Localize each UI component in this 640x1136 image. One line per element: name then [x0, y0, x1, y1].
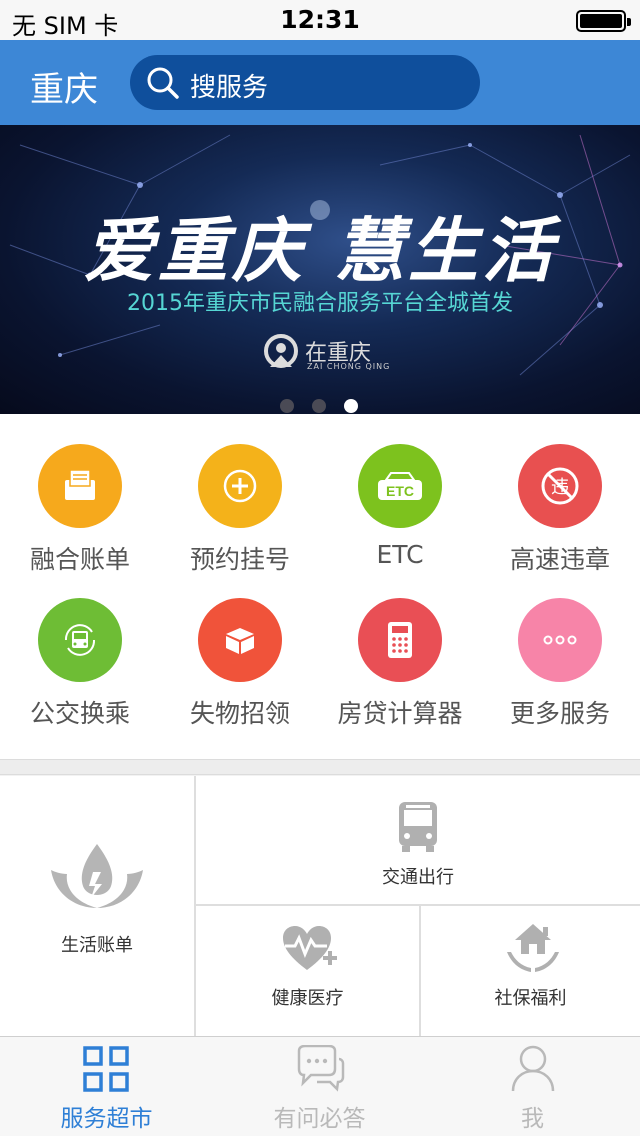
- service-lost-found[interactable]: 失物招领: [160, 598, 320, 730]
- header: 重庆 搜服务: [0, 40, 640, 125]
- city-selector[interactable]: 重庆: [30, 62, 98, 111]
- service-label: 融合账单: [29, 545, 130, 574]
- service-label: ETC: [376, 540, 424, 569]
- service-icon-bg: ETC: [358, 444, 442, 528]
- heart-pulse-icon: [283, 926, 337, 970]
- etc-car-icon: ETC: [378, 472, 422, 500]
- status-bar: 无 SIM 卡 12:31: [0, 0, 640, 40]
- battery-icon: [576, 10, 631, 32]
- card-social-security[interactable]: 社保福利: [421, 906, 640, 1036]
- tab-label: 有问必答: [273, 1106, 366, 1132]
- service-grid: 融合账单 预约挂号 ETC ETC 违: [0, 414, 640, 759]
- service-highway-violation[interactable]: 违 高速违章: [480, 444, 640, 576]
- service-label: 预约挂号: [189, 545, 290, 574]
- banner-logo-subtext: ZAI CHONG QING: [307, 362, 391, 371]
- service-bill[interactable]: 融合账单: [0, 444, 160, 576]
- bus-icon: [399, 802, 437, 852]
- more-dots-icon: [543, 635, 577, 645]
- service-appointment[interactable]: 预约挂号: [160, 444, 320, 576]
- promo-banner[interactable]: 爱重庆 慧生活 2015年重庆市民融合服务平台全城首发 在重庆 ZAI CHON…: [0, 125, 640, 414]
- service-label: 高速违章: [509, 545, 610, 574]
- service-icon-bg: [358, 598, 442, 682]
- chat-bubble-icon: [297, 1045, 345, 1092]
- service-bus-transfer[interactable]: 公交换乘: [0, 598, 160, 730]
- tab-qa[interactable]: 有问必答: [213, 1037, 426, 1136]
- lost-found-box-icon: [226, 628, 254, 654]
- tab-bar: 服务超市 有问必答 我: [0, 1036, 640, 1136]
- etc-icon-text: ETC: [386, 483, 414, 499]
- service-icon-bg: [198, 598, 282, 682]
- carousel-dot[interactable]: [280, 399, 294, 413]
- banner-subtitle: 2015年重庆市民融合服务平台全城首发: [127, 291, 513, 316]
- search-bar[interactable]: 搜服务: [130, 55, 480, 110]
- card-label: 生活账单: [61, 935, 133, 956]
- service-icon-bg: 违: [518, 444, 602, 528]
- zaichongqing-logo-icon: [264, 334, 298, 368]
- service-label: 失物招领: [189, 699, 290, 728]
- service-label: 房贷计算器: [337, 699, 463, 728]
- card-life-bill[interactable]: 生活账单: [0, 776, 194, 1036]
- card-label: 交通出行: [382, 867, 454, 888]
- tab-me[interactable]: 我: [426, 1037, 639, 1136]
- house-hands-icon: [507, 924, 559, 972]
- service-mortgage-calculator[interactable]: 房贷计算器: [320, 598, 480, 730]
- card-label: 社保福利: [494, 988, 567, 1009]
- bus-transfer-icon: [64, 624, 96, 656]
- carousel-dot-active[interactable]: [344, 399, 358, 413]
- service-label: 更多服务: [509, 699, 610, 728]
- no-violation-icon: 违: [541, 467, 579, 505]
- card-label: 健康医疗: [271, 988, 344, 1009]
- service-icon-bg: [198, 444, 282, 528]
- service-etc[interactable]: ETC ETC: [320, 444, 480, 569]
- search-placeholder: 搜服务: [190, 73, 269, 103]
- tab-label: 服务超市: [60, 1106, 153, 1132]
- section-divider: [0, 759, 640, 775]
- card-transport[interactable]: 交通出行: [196, 776, 640, 904]
- tab-service-market[interactable]: 服务超市: [0, 1037, 213, 1136]
- service-icon-bg: [38, 598, 122, 682]
- grid-icon: [83, 1046, 129, 1092]
- service-more[interactable]: 更多服务: [480, 598, 640, 730]
- service-icon-bg: [38, 444, 122, 528]
- tab-label: 我: [521, 1106, 544, 1132]
- person-icon: [511, 1045, 555, 1092]
- lotus-flame-icon: [51, 844, 143, 908]
- carousel-dot[interactable]: [312, 399, 326, 413]
- card-health[interactable]: 健康医疗: [196, 906, 419, 1036]
- search-icon: [147, 67, 179, 99]
- banner-title: 爱重庆 慧生活: [83, 210, 557, 292]
- calculator-icon: [388, 622, 412, 658]
- medical-plus-icon: [223, 469, 257, 503]
- service-label: 公交换乘: [29, 699, 130, 728]
- category-cards: 生活账单 交通出行 健康医疗 社保福利: [0, 776, 640, 1036]
- service-icon-bg: [518, 598, 602, 682]
- bill-icon: [65, 469, 95, 500]
- clock: 12:31: [280, 5, 360, 34]
